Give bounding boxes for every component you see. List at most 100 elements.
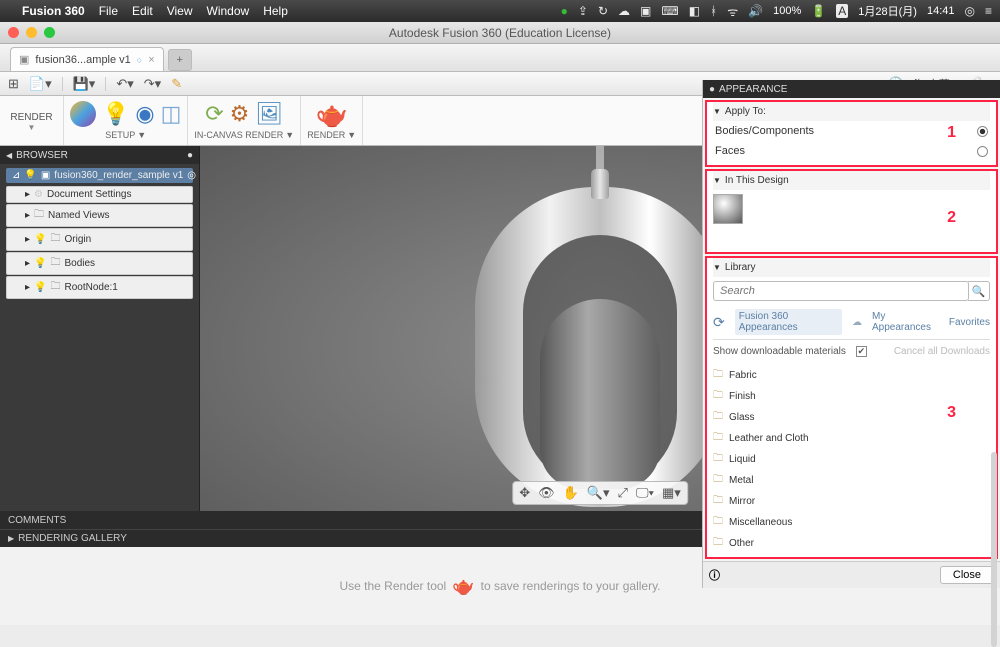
window-minimize-button[interactable] [26, 27, 37, 38]
list-item[interactable]: 🗀Mirror [713, 491, 984, 512]
ribbon-group-render-label[interactable]: RENDER ▼ [307, 130, 356, 140]
render-teapot-icon[interactable]: 🫖 [315, 99, 347, 130]
refresh-icon[interactable]: ⟳ [713, 314, 725, 331]
visibility-icon[interactable]: 💡 [34, 282, 46, 293]
panel-settings-icon[interactable]: ● [187, 150, 193, 161]
fit-icon[interactable]: ⤢ [618, 485, 628, 501]
list-item[interactable]: 🗀Glass [713, 407, 984, 428]
list-item[interactable]: 🗀Leather and Cloth [713, 428, 984, 449]
status-battery-icon[interactable]: 🔋 [811, 4, 826, 18]
workspace-switcher[interactable]: RENDER ▼ [0, 96, 64, 145]
status-date[interactable]: 1月28日(月) [858, 3, 917, 19]
window-zoom-button[interactable] [44, 27, 55, 38]
cancel-downloads-link[interactable]: Cancel all Downloads [894, 346, 990, 357]
material-swatch[interactable] [713, 194, 743, 224]
list-item[interactable]: 🗀Miscellaneous [713, 512, 984, 533]
status-siri-icon[interactable]: ◎ [965, 4, 975, 18]
status-display-icon[interactable]: ▣ [640, 4, 651, 18]
checkbox-checked-icon[interactable]: ✔ [856, 346, 867, 357]
status-time[interactable]: 14:41 [927, 5, 955, 17]
search-icon[interactable]: 🔍 [968, 281, 990, 301]
tree-item[interactable]: ▸💡🗀Origin [6, 228, 193, 251]
status-screen-icon[interactable]: ◧ [689, 4, 700, 18]
list-item[interactable]: 🗀Liquid [713, 449, 984, 470]
scrollbar[interactable] [991, 452, 997, 647]
new-tab-button[interactable]: + [168, 49, 192, 71]
gear-icon: ⚙ [34, 189, 43, 200]
tree-item[interactable]: ▸⚙Document Settings [6, 186, 193, 203]
menu-view[interactable]: View [167, 4, 193, 18]
radio-selected-icon[interactable] [977, 126, 988, 137]
status-sync-icon[interactable]: ↻ [598, 4, 608, 18]
appearance-panel-header[interactable]: ● APPEARANCE [703, 80, 1000, 98]
expand-icon[interactable]: ▶ [8, 534, 14, 543]
apply-to-header[interactable]: ▼Apply To: [713, 102, 990, 121]
tab-fusion-appearances[interactable]: Fusion 360 Appearances [735, 309, 842, 335]
close-button[interactable]: Close [940, 566, 994, 584]
orbit-icon[interactable]: ✥ [519, 485, 530, 501]
downloadable-label: Show downloadable materials [713, 346, 846, 357]
close-tab-icon[interactable]: × [148, 54, 154, 66]
tree-item[interactable]: ▸🗀Named Views [6, 204, 193, 227]
scene-settings-icon[interactable]: 💡 [102, 101, 129, 127]
look-icon[interactable]: 👁 [538, 485, 555, 501]
save-icon[interactable]: 💾▾ [73, 76, 96, 92]
search-input[interactable] [713, 281, 969, 301]
redo-icon[interactable]: ↷▾ [144, 76, 161, 92]
status-cloud-icon[interactable]: ☁ [618, 4, 630, 18]
status-input-icon[interactable]: A [836, 4, 848, 18]
tree-item[interactable]: ▸💡🗀Bodies [6, 252, 193, 275]
visibility-icon[interactable]: 💡 [34, 258, 46, 269]
document-tab[interactable]: ▣ fusion36...ample v1 ○ × [10, 47, 164, 71]
zoom-icon[interactable]: 🔍▾ [587, 485, 610, 501]
menu-help[interactable]: Help [263, 4, 288, 18]
grid-icon[interactable]: ▦▾ [662, 485, 681, 501]
downloadable-row: Show downloadable materials ✔ Cancel all… [713, 340, 990, 365]
undo-icon[interactable]: ↶▾ [116, 76, 133, 92]
in-canvas-render-icon[interactable]: ⟳ [205, 101, 223, 127]
status-line-icon[interactable]: ● [561, 4, 568, 18]
radio-icon[interactable]: ◎ [187, 170, 196, 181]
file-menu-icon[interactable]: 📄▾ [29, 76, 52, 92]
menu-file[interactable]: File [99, 4, 118, 18]
ribbon-group-setup-label[interactable]: SETUP ▼ [105, 130, 146, 140]
browser-header[interactable]: ◀ BROWSER ● [0, 146, 199, 164]
status-keyboard-icon[interactable]: ⌨ [661, 4, 678, 18]
in-design-header[interactable]: ▼In This Design [713, 171, 990, 190]
apply-faces-row[interactable]: Faces [713, 141, 990, 161]
capture-image-icon[interactable]: 🖼 [255, 101, 283, 127]
texture-map-icon[interactable]: ◫ [161, 101, 182, 127]
status-bluetooth-icon[interactable]: ᚼ [710, 4, 717, 18]
window-close-button[interactable] [8, 27, 19, 38]
library-header[interactable]: ▼Library [713, 258, 990, 277]
appearance-icon[interactable] [70, 101, 96, 127]
display-icon[interactable]: 🖵▾ [636, 485, 654, 501]
menu-edit[interactable]: Edit [132, 4, 153, 18]
tree-item[interactable]: ▸💡🗀RootNode:1 [6, 276, 193, 299]
visibility-icon[interactable]: 💡 [34, 234, 46, 245]
collapse-left-icon[interactable]: ◀ [6, 151, 12, 160]
list-item[interactable]: 🗀Other [713, 533, 984, 553]
list-item[interactable]: 🗀Metal [713, 470, 984, 491]
radio-icon[interactable] [977, 146, 988, 157]
pan-icon[interactable]: ✋ [563, 485, 579, 501]
tab-favorites[interactable]: Favorites [949, 317, 990, 328]
status-dropbox-icon[interactable]: ⇪ [578, 4, 588, 18]
panel-settings-icon[interactable]: ● [709, 84, 715, 95]
ribbon-group-canvas-label[interactable]: IN-CANVAS RENDER ▼ [194, 130, 294, 140]
tree-root[interactable]: ⊿ 💡 ▣ fusion360_render_sample v1 ◎ [6, 168, 193, 183]
ribbon-group-render: 🫖 RENDER ▼ [301, 96, 363, 145]
info-icon[interactable]: ⓘ [709, 567, 720, 583]
app-name[interactable]: Fusion 360 [22, 4, 85, 18]
in-canvas-settings-icon[interactable]: ⚙ [230, 101, 250, 127]
status-volume-icon[interactable]: 🔊 [748, 4, 763, 18]
list-item[interactable]: 🗀Finish [713, 386, 984, 407]
list-item[interactable]: 🗀Fabric [713, 365, 984, 386]
status-wifi-icon[interactable]: ᯤ [727, 3, 738, 20]
menu-window[interactable]: Window [207, 4, 250, 18]
data-panel-icon[interactable]: ⊞ [8, 76, 19, 92]
tab-my-appearances[interactable]: My Appearances [872, 311, 939, 333]
decal-icon[interactable]: ◉ [135, 101, 154, 127]
status-notifications-icon[interactable]: ≡ [985, 4, 992, 18]
visibility-icon[interactable]: 💡 [24, 170, 36, 181]
